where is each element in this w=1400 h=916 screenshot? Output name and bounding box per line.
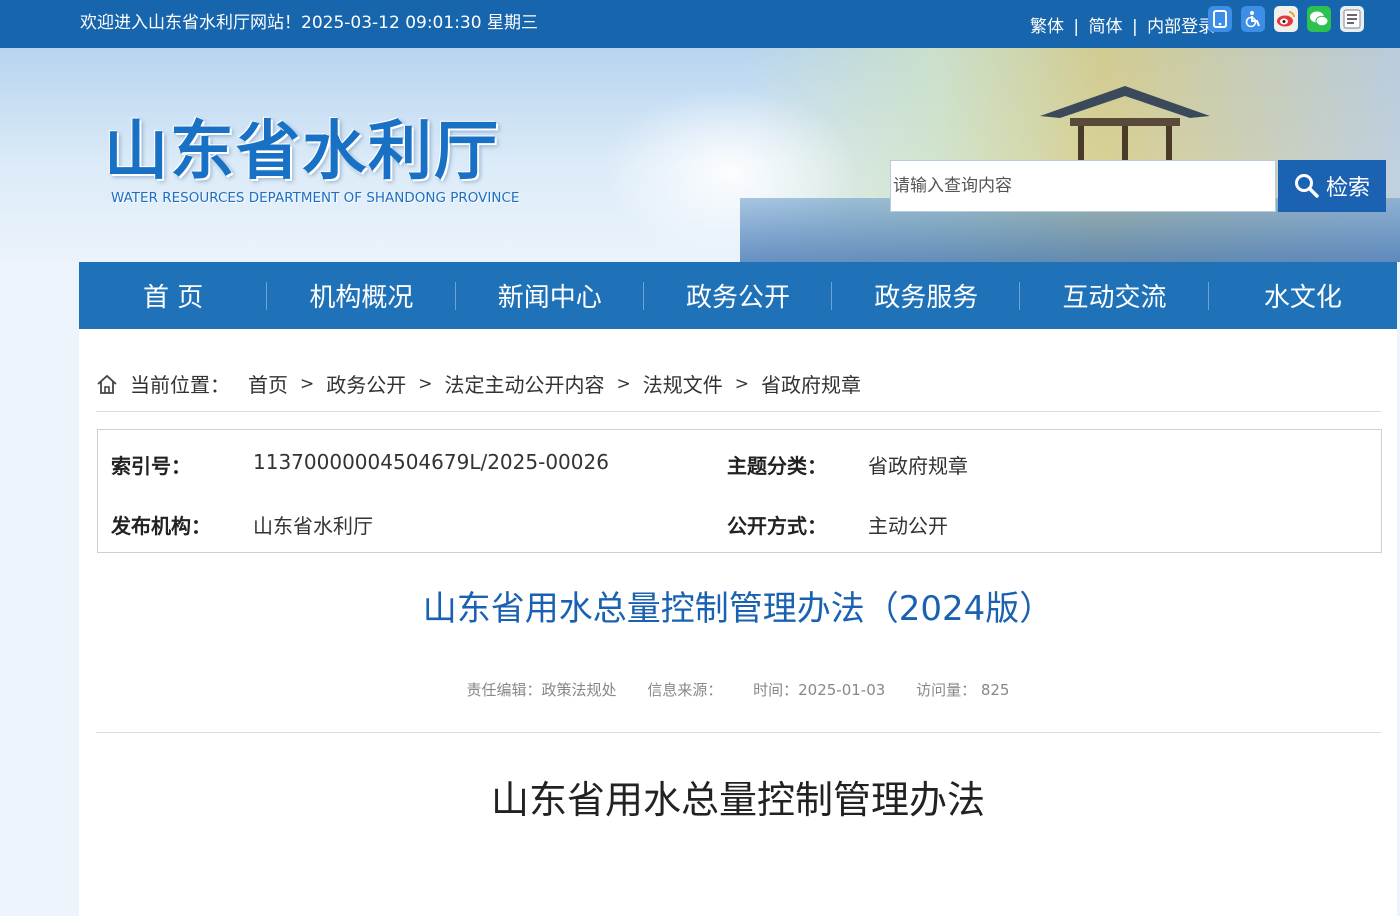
org-value: 山东省水利厅 bbox=[253, 514, 373, 538]
breadcrumb: 当前位置： 首页 > 政务公开 > 法定主动公开内容 > 法规文件 > 省政府规… bbox=[96, 369, 861, 398]
traditional-chinese-link[interactable]: 繁体 bbox=[1030, 17, 1064, 37]
breadcrumb-separator: > bbox=[734, 373, 749, 394]
nav-home[interactable]: 首 页 bbox=[79, 262, 268, 329]
article-info: 责任编辑：政策法规处 信息来源： 时间：2025-01-03 访问量： 825 bbox=[79, 679, 1397, 700]
article-source: 信息来源： bbox=[647, 681, 723, 699]
breadcrumb-home[interactable]: 首页 bbox=[248, 369, 288, 398]
top-links: 繁体 | 简体 | 内部登录 bbox=[1030, 12, 1215, 37]
org-label: 发布机构： bbox=[111, 514, 211, 538]
pavilion-illustration bbox=[1040, 86, 1210, 166]
nav-services[interactable]: 政务服务 bbox=[832, 262, 1021, 329]
content-panel: 当前位置： 首页 > 政务公开 > 法定主动公开内容 > 法规文件 > 省政府规… bbox=[79, 329, 1397, 916]
nav-water-culture[interactable]: 水文化 bbox=[1209, 262, 1397, 329]
search-icon bbox=[1294, 174, 1319, 198]
breadcrumb-government-affairs[interactable]: 政务公开 bbox=[326, 369, 406, 398]
breadcrumb-separator: > bbox=[418, 373, 433, 394]
breadcrumb-separator: > bbox=[300, 373, 315, 394]
search-button-label: 检索 bbox=[1325, 176, 1370, 201]
search-input[interactable] bbox=[890, 160, 1276, 212]
header-banner: 山东省水利厅 WATER RESOURCES DEPARTMENT OF SHA… bbox=[0, 48, 1400, 262]
breadcrumb-provincial-rules[interactable]: 省政府规章 bbox=[761, 369, 861, 398]
mobile-icon[interactable] bbox=[1208, 6, 1232, 32]
nav-news[interactable]: 新闻中心 bbox=[456, 262, 645, 329]
separator: | bbox=[1073, 17, 1080, 37]
separator: | bbox=[1131, 17, 1138, 37]
breadcrumb-statutory-disclosure[interactable]: 法定主动公开内容 bbox=[445, 369, 605, 398]
site-logo[interactable]: 山东省水利厅 bbox=[104, 100, 500, 192]
document-meta-table: 索引号： 11370000004504679L/2025-00026 主题分类：… bbox=[97, 429, 1382, 553]
document-title: 山东省用水总量控制管理办法 bbox=[490, 778, 985, 822]
home-icon bbox=[97, 374, 117, 394]
topic-value: 省政府规章 bbox=[868, 454, 968, 478]
internal-login-link[interactable]: 内部登录 bbox=[1147, 17, 1215, 37]
mode-value: 主动公开 bbox=[868, 514, 948, 538]
topic-label: 主题分类： bbox=[727, 454, 827, 478]
main-nav: 首 页 机构概况 新闻中心 政务公开 政务服务 互动交流 水文化 bbox=[79, 262, 1397, 329]
article-editor: 责任编辑：政策法规处 bbox=[466, 681, 617, 699]
nav-government-affairs[interactable]: 政务公开 bbox=[644, 262, 833, 329]
weibo-icon[interactable] bbox=[1274, 6, 1298, 32]
nav-organization[interactable]: 机构概况 bbox=[267, 262, 456, 329]
app-icon[interactable] bbox=[1340, 6, 1364, 32]
mode-label: 公开方式： bbox=[727, 514, 827, 538]
article-divider bbox=[96, 732, 1381, 733]
breadcrumb-divider bbox=[96, 411, 1381, 412]
article-views: 访问量： 825 bbox=[916, 681, 1010, 699]
top-bar: 欢迎进入山东省水利厅网站！2025-03-12 09:01:30 星期三 繁体 … bbox=[0, 0, 1400, 48]
index-label: 索引号： bbox=[111, 454, 191, 478]
nav-interaction[interactable]: 互动交流 bbox=[1020, 262, 1209, 329]
wechat-icon[interactable] bbox=[1307, 6, 1331, 32]
article-title: 山东省用水总量控制管理办法（2024版） bbox=[422, 589, 1054, 629]
site-logo-english: WATER RESOURCES DEPARTMENT OF SHANDONG P… bbox=[111, 190, 520, 206]
simplified-chinese-link[interactable]: 简体 bbox=[1089, 17, 1123, 37]
search-button[interactable]: 检索 bbox=[1278, 160, 1386, 212]
index-value: 11370000004504679L/2025-00026 bbox=[253, 450, 609, 474]
share-icons bbox=[1208, 6, 1364, 32]
accessibility-icon[interactable] bbox=[1241, 6, 1265, 32]
breadcrumb-separator: > bbox=[616, 373, 631, 394]
article-time: 时间：2025-01-03 bbox=[753, 681, 886, 699]
breadcrumb-regulations[interactable]: 法规文件 bbox=[643, 369, 723, 398]
breadcrumb-label: 当前位置： bbox=[130, 373, 230, 397]
welcome-text: 欢迎进入山东省水利厅网站！2025-03-12 09:01:30 星期三 bbox=[80, 13, 538, 33]
